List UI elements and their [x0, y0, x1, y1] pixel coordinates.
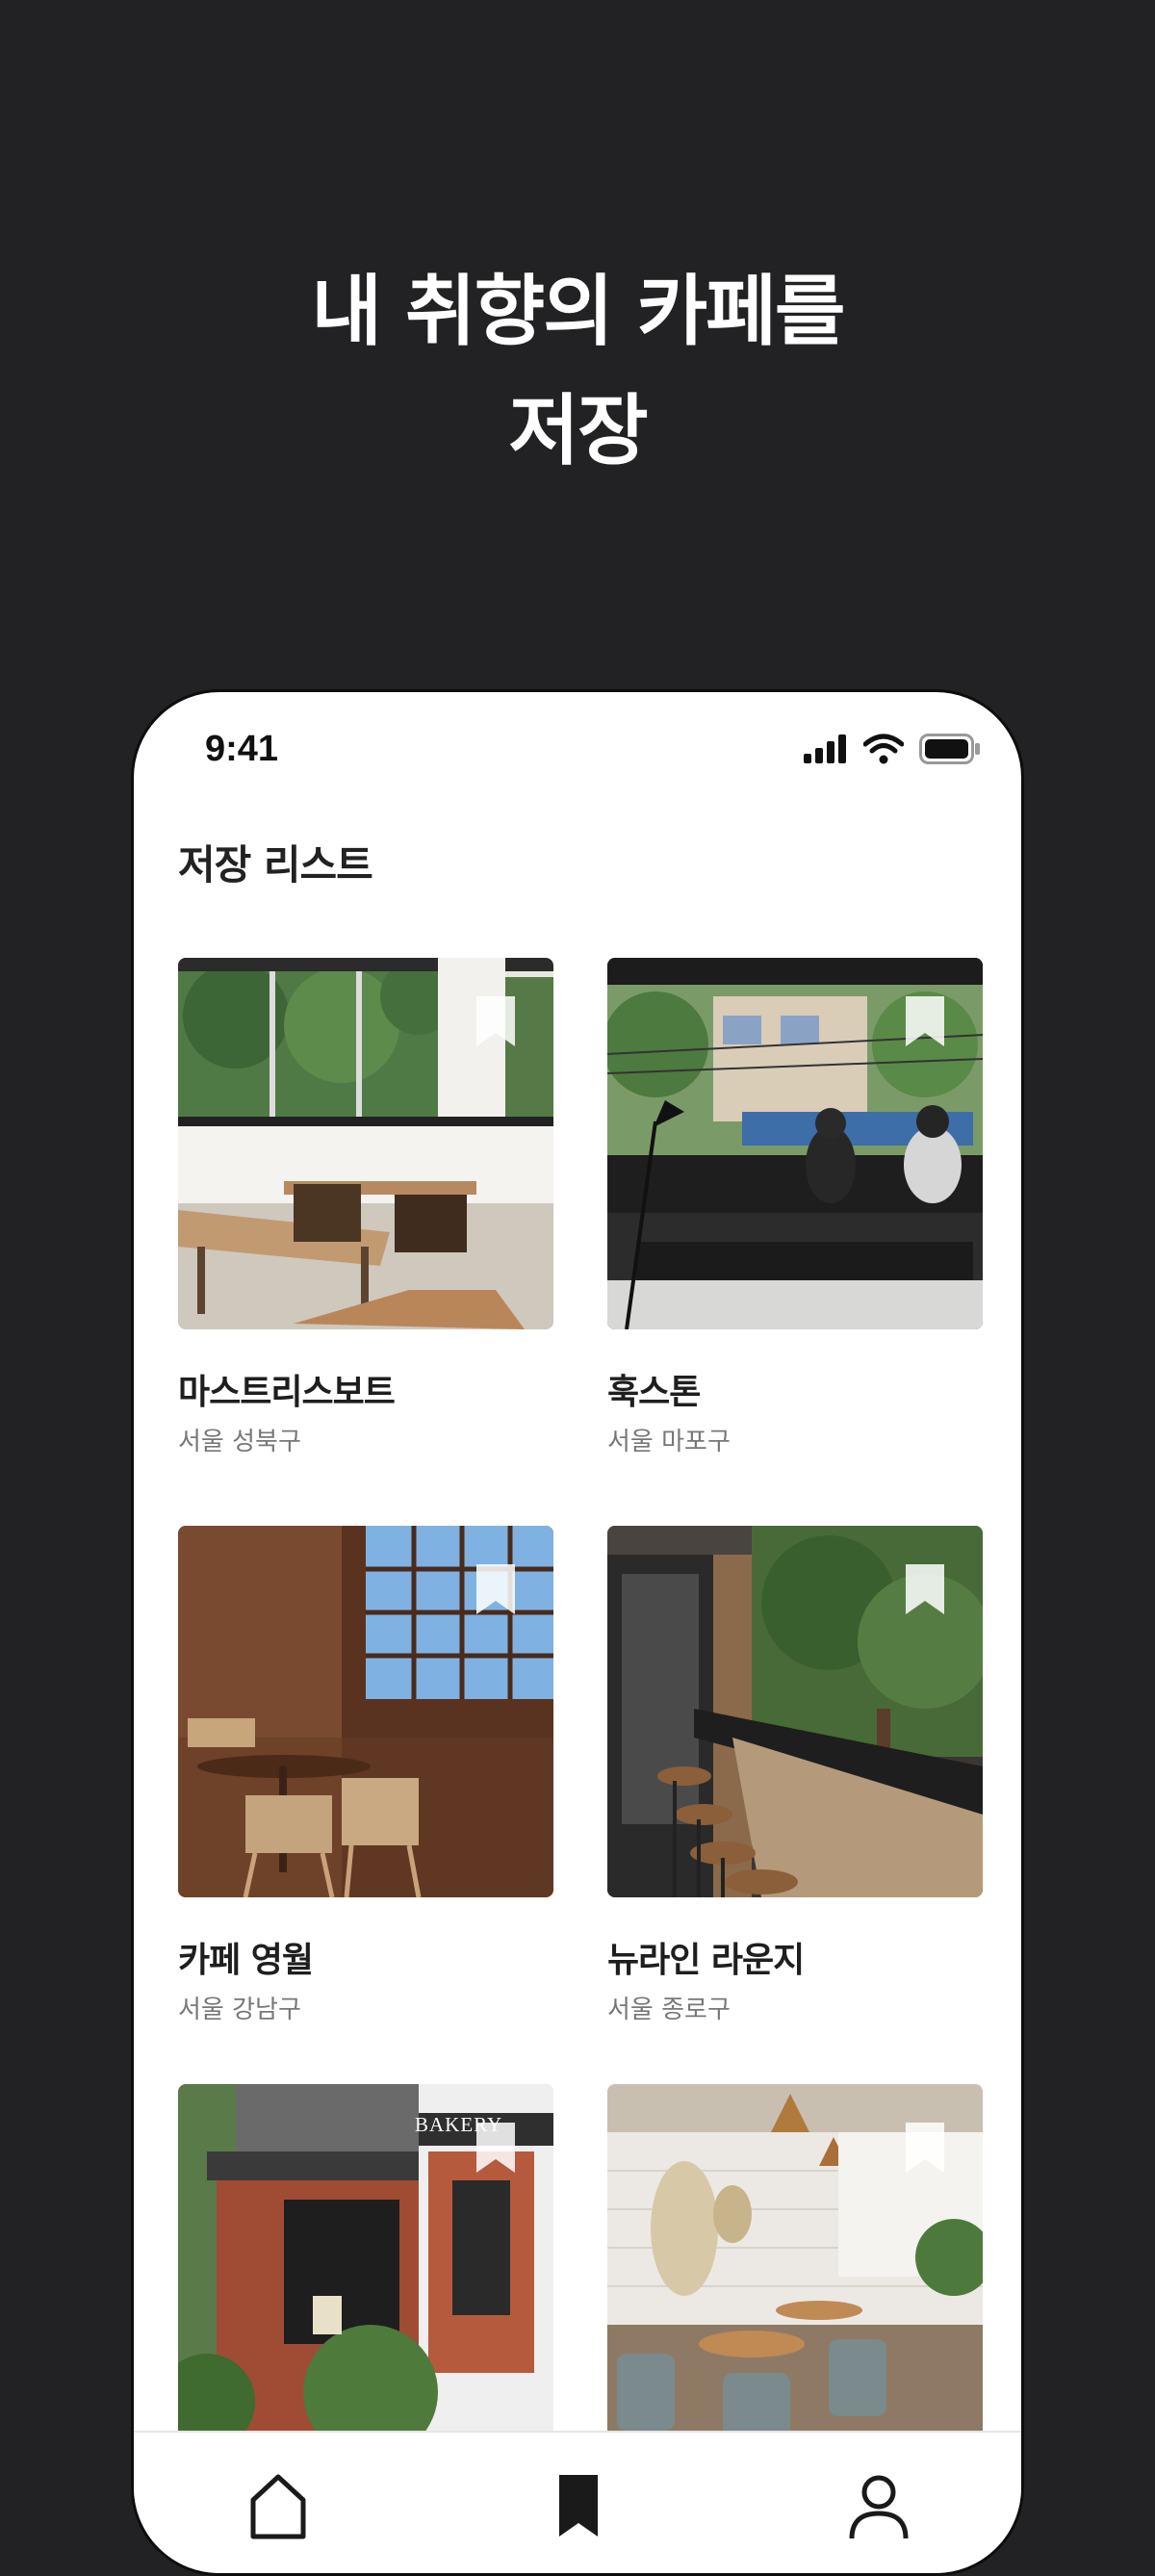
status-time: 9:41 [205, 729, 279, 769]
cafe-name: 뉴라인 라운지 [607, 1941, 805, 1980]
promo-headline: 내 취향의 카페를 저장 [0, 252, 1155, 491]
promo-line-2: 저장 [508, 386, 648, 476]
bookmark-icon[interactable] [476, 996, 515, 1046]
bookmark-icon[interactable] [540, 2465, 617, 2542]
profile-icon[interactable] [840, 2465, 917, 2542]
cafe-name: 훅스톤 [607, 1373, 701, 1412]
cafe-location: 서울 강남구 [178, 1996, 301, 2024]
home-icon[interactable] [240, 2465, 317, 2542]
battery-icon [919, 734, 980, 764]
cafe-location: 서울 마포구 [607, 1428, 731, 1456]
bookmark-icon[interactable] [906, 1564, 944, 1614]
cafe-photo: BAKERY [178, 2084, 553, 2456]
bookmark-icon[interactable] [906, 996, 944, 1046]
cafe-name: 카페 영월 [178, 1941, 314, 1980]
cafe-name: 마스트리스보트 [178, 1373, 396, 1412]
promo-line-1: 내 취향의 카페를 [311, 267, 846, 356]
bookmark-icon[interactable] [476, 2123, 515, 2173]
cafe-location: 서울 종로구 [607, 1996, 731, 2024]
screen-title: 저장 리스트 [178, 841, 373, 889]
bottom-tab-bar [134, 2431, 1021, 2573]
wifi-icon [863, 734, 904, 764]
cafe-photo [607, 2084, 983, 2456]
cafe-location: 서울 성북구 [178, 1428, 301, 1456]
cafe-photo [607, 958, 983, 1329]
status-icons [804, 733, 981, 765]
cafe-photo [178, 958, 553, 1329]
signal-icon [804, 734, 846, 763]
cafe-photo [178, 1526, 553, 1897]
cafe-photo [607, 1526, 983, 1897]
bookmark-icon[interactable] [906, 2123, 944, 2173]
status-bar: 9:41 [134, 692, 1021, 798]
bookmark-icon[interactable] [476, 1564, 515, 1614]
phone-mockup: 9:41 저장 리스트 마스트리스보트 서울 성북구 훅스톤 서울 마포구 카페… [131, 689, 1024, 2576]
